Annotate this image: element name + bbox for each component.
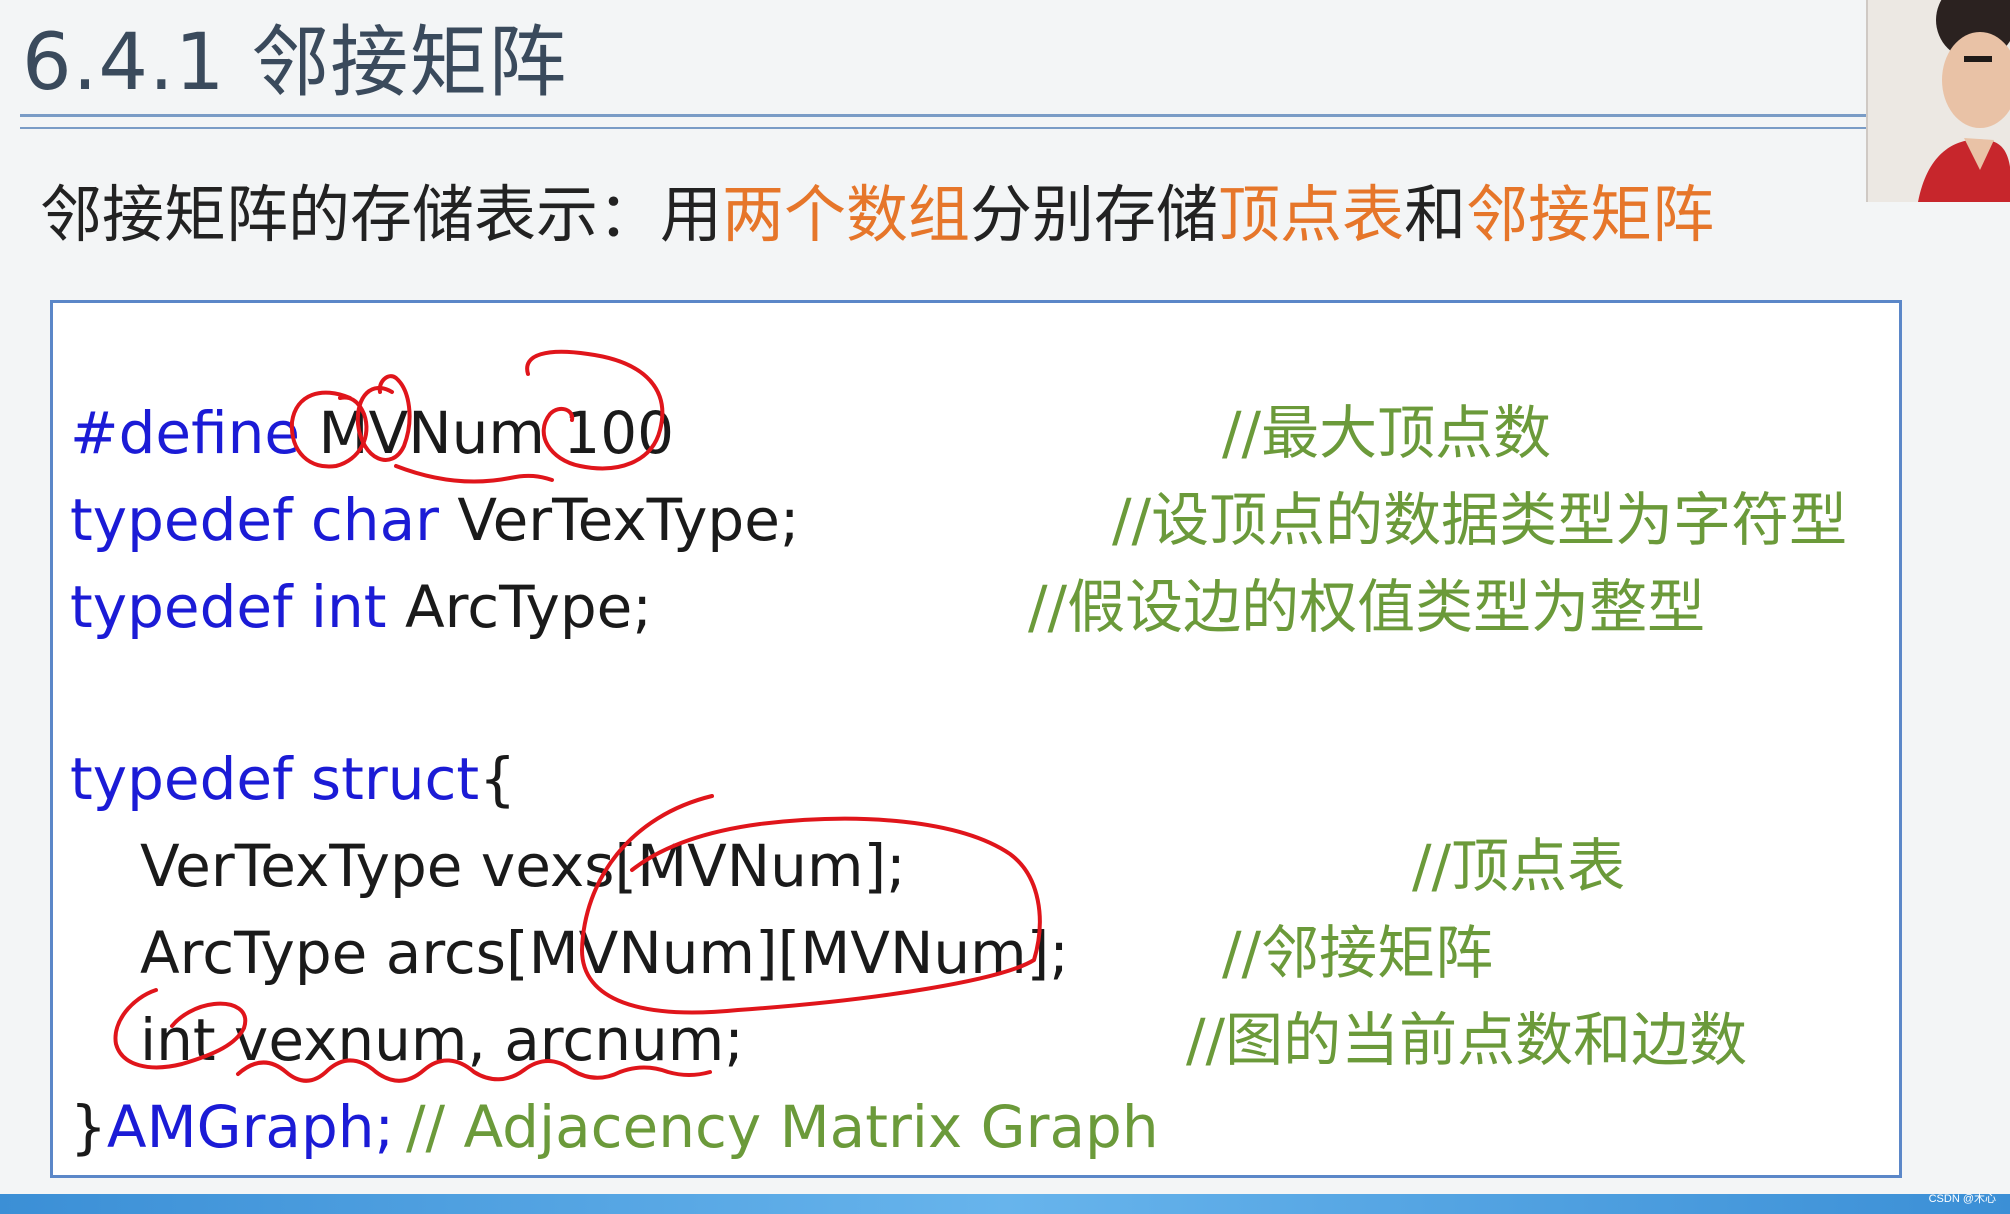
code-comment: //假设边的权值类型为整型 bbox=[1028, 573, 1706, 641]
bottom-progress-bar bbox=[0, 1194, 2010, 1214]
code-keyword: typedef struct bbox=[70, 745, 480, 813]
code-keyword: #define bbox=[70, 399, 301, 467]
code-keyword: typedef int bbox=[70, 573, 387, 641]
code-comment: //图的当前点数和边数 bbox=[1186, 1006, 1748, 1074]
code-line-typedef-int: typedef int ArcType; bbox=[70, 572, 652, 642]
subtitle-highlight-two-arrays: 两个数组 bbox=[722, 178, 971, 251]
code-comment: //邻接矩阵 bbox=[1222, 919, 1494, 987]
code-text: VerTexType; bbox=[438, 486, 800, 554]
code-comment: // Adjacency Matrix Graph bbox=[406, 1093, 1159, 1161]
slide-title: 6.4.1 邻接矩阵 bbox=[22, 18, 568, 108]
code-comment: //设顶点的数据类型为字符型 bbox=[1112, 486, 1848, 554]
webcam-video bbox=[1866, 0, 2010, 202]
presenter-portrait-icon bbox=[1868, 0, 2010, 202]
code-line-typedef-char: typedef char VerTexType; bbox=[70, 485, 799, 555]
subtitle-text: 分别存储 bbox=[970, 178, 1219, 251]
code-text: ArcType; bbox=[386, 573, 652, 641]
code-keyword: typedef char bbox=[70, 486, 439, 554]
code-line-vexs: VerTexType vexs[MVNum]; bbox=[140, 832, 906, 900]
subtitle-highlight-adjacency-matrix: 邻接矩阵 bbox=[1466, 178, 1715, 251]
code-line-vexnum-arcnum: int vexnum, arcnum; bbox=[140, 1006, 744, 1074]
subtitle-text: 和 bbox=[1404, 178, 1467, 251]
code-comment: //顶点表 bbox=[1412, 832, 1626, 900]
slide-subtitle: 邻接矩阵的存储表示：用两个数组分别存储顶点表和邻接矩阵 bbox=[40, 170, 1714, 260]
watermark: CSDN @木心 bbox=[1928, 1193, 1996, 1205]
code-keyword: AMGraph; bbox=[106, 1093, 395, 1161]
code-line-amgraph: }AMGraph; bbox=[70, 1092, 394, 1162]
subtitle-text: 邻接矩阵的存储表示：用 bbox=[40, 178, 723, 251]
code-text: MVNum 100 bbox=[300, 399, 675, 467]
code-comment: //最大顶点数 bbox=[1222, 399, 1552, 467]
code-line-define: #define MVNum 100 bbox=[70, 398, 674, 468]
code-text: { bbox=[479, 745, 517, 813]
title-divider bbox=[20, 114, 1866, 129]
subtitle-highlight-vertex-table: 顶点表 bbox=[1218, 178, 1405, 251]
code-line-typedef-struct: typedef struct{ bbox=[70, 744, 516, 814]
code-brace: } bbox=[70, 1093, 107, 1161]
code-line-arcs: ArcType arcs[MVNum][MVNum]; bbox=[140, 919, 1069, 987]
